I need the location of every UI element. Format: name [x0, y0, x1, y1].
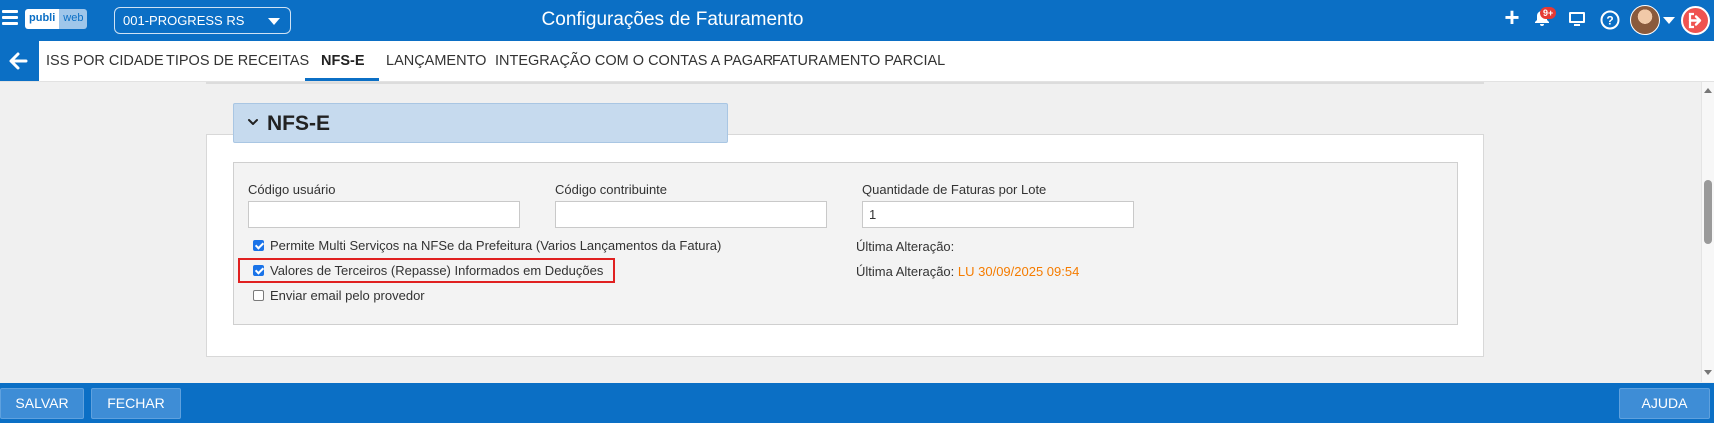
checkbox-unchecked-icon[interactable] [253, 290, 264, 301]
scroll-thumb[interactable] [1704, 180, 1712, 244]
logout-icon[interactable] [1681, 6, 1710, 35]
scroll-up-arrow-icon[interactable] [1704, 88, 1712, 93]
tab-lancamento[interactable]: LANÇAMENTO [386, 53, 486, 69]
top-header: publi web 001-PROGRESS RS Configurações … [0, 0, 1714, 41]
help-icon[interactable]: ? [1599, 10, 1621, 35]
vertical-scrollbar[interactable] [1701, 82, 1714, 382]
active-tab-indicator [305, 78, 379, 81]
quantidade-faturas-label: Quantidade de Faturas por Lote [862, 182, 1047, 197]
tab-iss-por-cidade[interactable]: ISS POR CIDADE [46, 53, 164, 69]
ultima-alteracao-line-1: Última Alteração: [856, 239, 955, 254]
ultima-alteracao-value: LU 30/09/2025 09:54 [957, 264, 1080, 279]
notification-badge: 9+ [1540, 7, 1557, 19]
chevron-down-icon[interactable] [1663, 17, 1675, 24]
checkbox-label: Permite Multi Serviços na NFSe da Prefei… [270, 238, 722, 253]
svg-text:?: ? [1606, 14, 1613, 28]
codigo-usuario-input[interactable] [248, 201, 520, 228]
ultima-alteracao-line-2: Última Alteração: LU 30/09/2025 09:54 [856, 264, 1079, 279]
close-button[interactable]: FECHAR [91, 388, 181, 419]
quantidade-faturas-input[interactable] [862, 201, 1134, 228]
page-title: Configurações de Faturamento [541, 9, 804, 30]
checkbox-checked-icon[interactable] [253, 240, 264, 251]
avatar[interactable] [1630, 5, 1660, 35]
section-header-nfse[interactable]: NFS-E [233, 103, 728, 143]
monitor-icon[interactable] [1565, 9, 1589, 34]
codigo-contribuinte-label: Código contribuinte [555, 182, 668, 197]
codigo-usuario-label: Código usuário [248, 182, 336, 197]
highlight-annotation-box [238, 258, 615, 283]
save-button[interactable]: SALVAR [0, 388, 84, 419]
scroll-down-arrow-icon[interactable] [1704, 370, 1712, 375]
tab-integracao-contas-a-pagar[interactable]: INTEGRAÇÃO COM O CONTAS A PAGAR [495, 53, 773, 69]
ultima-alteracao-label: Última Alteração: [856, 264, 955, 279]
arrow-left-icon [9, 52, 28, 70]
tab-bar: ISS POR CIDADE TIPOS DE RECEITAS NFS-E L… [0, 41, 1714, 82]
footer-bar: SALVAR FECHAR AJUDA [0, 383, 1714, 423]
codigo-contribuinte-input[interactable] [555, 201, 827, 228]
tab-nfs-e[interactable]: NFS-E [321, 53, 365, 69]
tab-tipos-de-receitas[interactable]: TIPOS DE RECEITAS [166, 53, 309, 69]
checkbox-enviar-email[interactable]: Enviar email pelo provedor [253, 288, 425, 303]
section-title: NFS-E [267, 112, 330, 135]
checkbox-label: Enviar email pelo provedor [270, 288, 425, 303]
help-button[interactable]: AJUDA [1619, 388, 1710, 419]
tab-faturamento-parcial[interactable]: FATURAMENTO PARCIAL [772, 53, 945, 69]
back-button[interactable] [0, 41, 39, 81]
previous-panel-edge [206, 82, 1484, 84]
plus-icon[interactable]: + [1501, 4, 1523, 30]
chevron-down-icon [248, 119, 258, 125]
checkbox-multi-servicos[interactable]: Permite Multi Serviços na NFSe da Prefei… [253, 238, 721, 253]
